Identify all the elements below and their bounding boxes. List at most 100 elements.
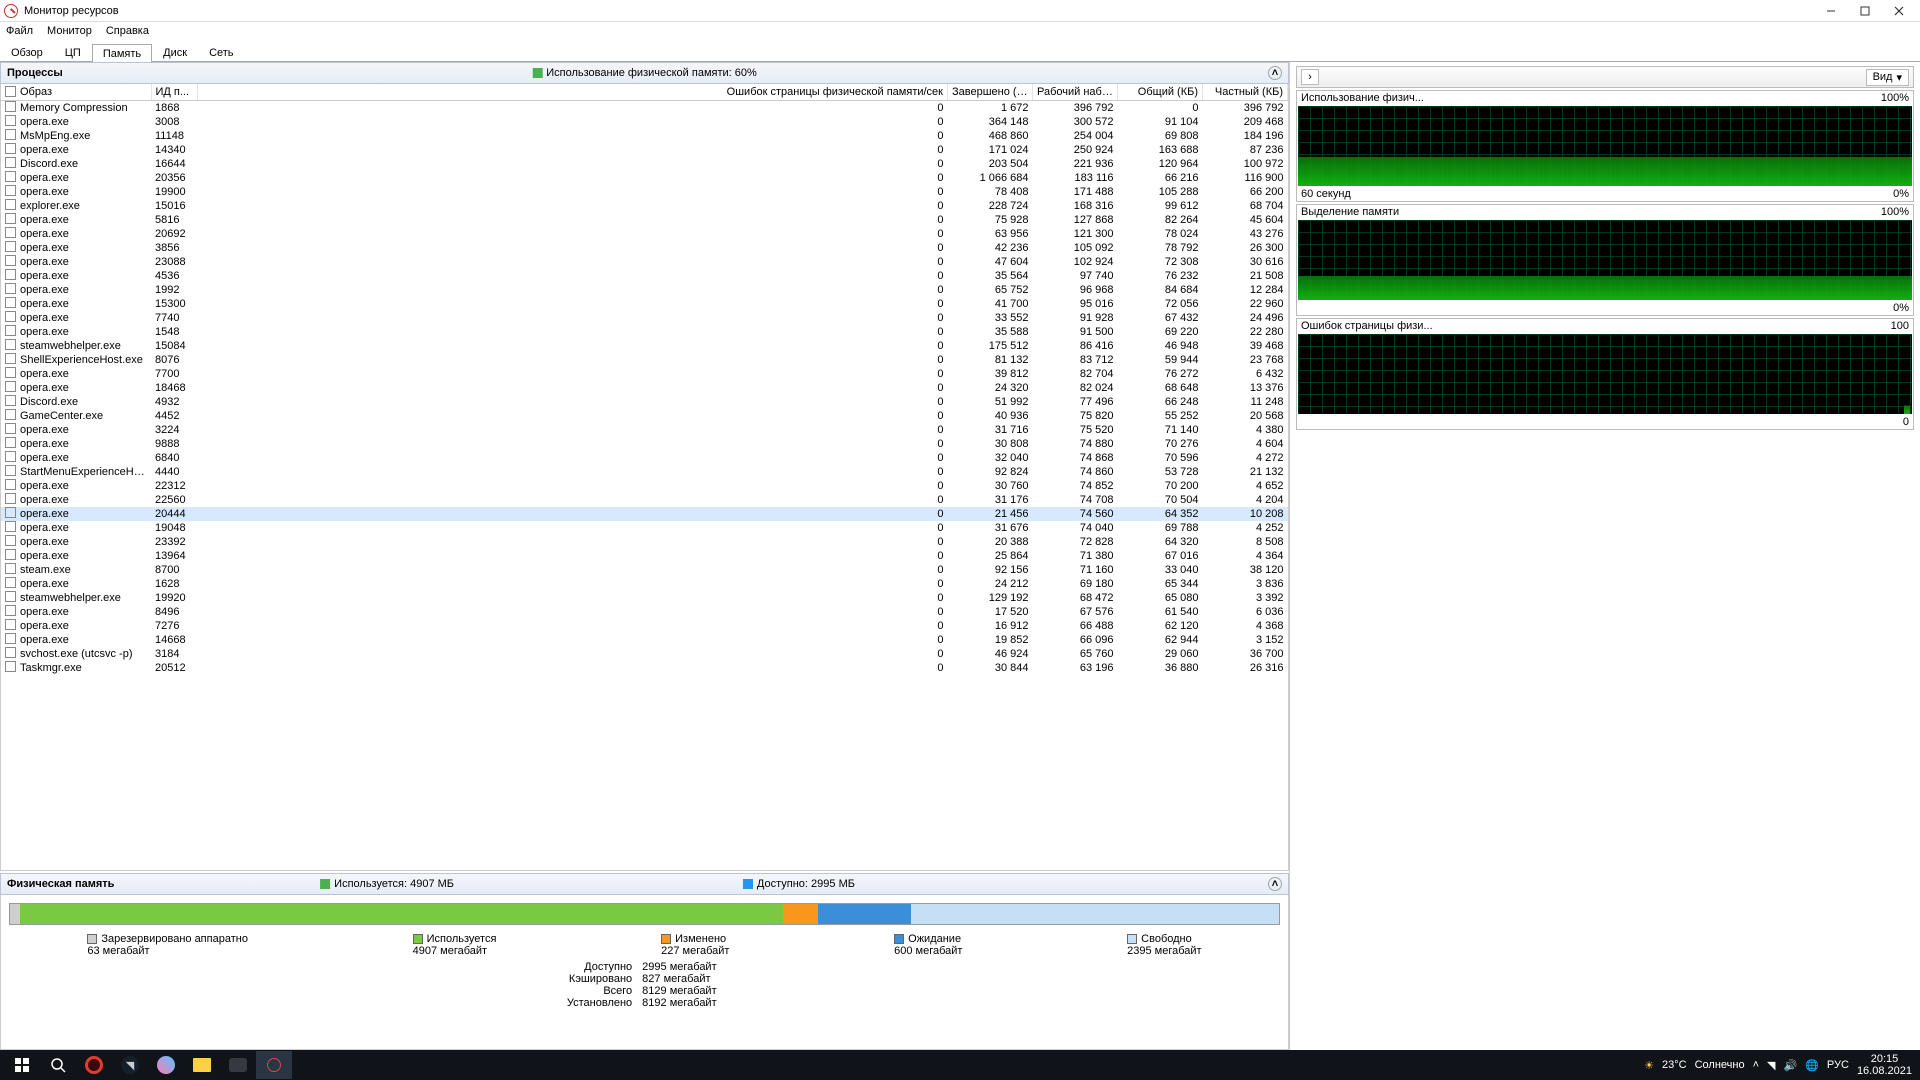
row-checkbox[interactable] [5,423,16,434]
table-row[interactable]: opera.exe19900078 408171 488105 28866 20… [1,185,1288,199]
menu-monitor[interactable]: Монитор [47,25,92,37]
row-checkbox[interactable] [5,311,16,322]
row-checkbox[interactable] [5,395,16,406]
weather-icon[interactable]: ☀ [1644,1059,1654,1072]
col-hard-faults[interactable]: Ошибок страницы физической памяти/сек [197,84,948,101]
row-checkbox[interactable] [5,647,16,658]
row-checkbox[interactable] [5,255,16,266]
tab-network[interactable]: Сеть [198,43,244,61]
minimize-button[interactable] [1814,0,1848,21]
row-checkbox[interactable] [5,465,16,476]
table-row[interactable]: opera.exe9888030 80874 88070 2764 604 [1,437,1288,451]
row-checkbox[interactable] [5,563,16,574]
menu-help[interactable]: Справка [106,25,149,37]
row-checkbox[interactable] [5,325,16,336]
table-row[interactable]: opera.exe2035601 066 684183 11666 216116… [1,171,1288,185]
collapse-graphs-button[interactable]: › [1301,69,1319,85]
table-row[interactable]: opera.exe7276016 91266 48862 1204 368 [1,619,1288,633]
row-checkbox[interactable] [5,549,16,560]
table-row[interactable]: opera.exe5816075 928127 86882 26445 604 [1,213,1288,227]
tray-clock[interactable]: 20:15 16.08.2021 [1857,1053,1912,1077]
row-checkbox[interactable] [5,535,16,546]
row-checkbox[interactable] [5,129,16,140]
tray-steam-icon[interactable]: ◥ [1767,1059,1775,1072]
table-row[interactable]: explorer.exe150160228 724168 31699 61268… [1,199,1288,213]
row-checkbox[interactable] [5,269,16,280]
table-row[interactable]: opera.exe3224031 71675 52071 1404 380 [1,423,1288,437]
row-checkbox[interactable] [5,507,16,518]
menu-file[interactable]: Файл [6,25,33,37]
table-row[interactable]: opera.exe4536035 56497 74076 23221 508 [1,269,1288,283]
table-row[interactable]: opera.exe3856042 236105 09278 79226 300 [1,241,1288,255]
table-row[interactable]: opera.exe20692063 956121 30078 02443 276 [1,227,1288,241]
weather-temp[interactable]: 23°C [1662,1059,1687,1071]
table-row[interactable]: opera.exe1992065 75296 96884 68412 284 [1,283,1288,297]
row-checkbox[interactable] [5,591,16,602]
col-commit[interactable]: Завершено (КБ) [948,84,1033,101]
header-checkbox[interactable] [5,86,16,97]
table-row[interactable]: steamwebhelper.exe199200129 19268 47265 … [1,591,1288,605]
row-checkbox[interactable] [5,157,16,168]
row-checkbox[interactable] [5,227,16,238]
table-row[interactable]: steam.exe8700092 15671 16033 04038 120 [1,563,1288,577]
tab-overview[interactable]: Обзор [0,43,54,61]
table-row[interactable]: opera.exe19048031 67674 04069 7884 252 [1,521,1288,535]
col-image[interactable]: Образ [1,84,151,101]
col-working-set[interactable]: Рабочий набо... [1033,84,1118,101]
table-row[interactable]: opera.exe15300041 70095 01672 05622 960 [1,297,1288,311]
table-row[interactable]: StartMenuExperienceHost.exe4440092 82474… [1,465,1288,479]
row-checkbox[interactable] [5,101,16,112]
row-checkbox[interactable] [5,297,16,308]
table-row[interactable]: opera.exe23392020 38872 82864 3208 508 [1,535,1288,549]
tray-chevron-up-icon[interactable]: ˄ [1753,1059,1759,1071]
row-checkbox[interactable] [5,619,16,630]
table-row[interactable]: opera.exe1628024 21269 18065 3443 836 [1,577,1288,591]
processes-section-header[interactable]: Процессы Использование физической памяти… [0,62,1289,84]
table-row[interactable]: ShellExperienceHost.exe8076081 13283 712… [1,353,1288,367]
row-checkbox[interactable] [5,521,16,532]
tray-language[interactable]: РУС [1827,1059,1849,1071]
row-checkbox[interactable] [5,661,16,672]
table-row[interactable]: opera.exe1548035 58891 50069 22022 280 [1,325,1288,339]
col-shareable[interactable]: Общий (КБ) [1118,84,1203,101]
row-checkbox[interactable] [5,353,16,364]
col-private[interactable]: Частный (КБ) [1203,84,1288,101]
row-checkbox[interactable] [5,339,16,350]
table-row[interactable]: opera.exe8496017 52067 57661 5406 036 [1,605,1288,619]
table-row[interactable]: opera.exe30080364 148300 57291 104209 46… [1,115,1288,129]
taskbar-app-gamecenter[interactable] [148,1051,184,1079]
view-dropdown[interactable]: Вид▾ [1866,69,1909,86]
table-row[interactable]: opera.exe23088047 604102 92472 30830 616 [1,255,1288,269]
maximize-button[interactable] [1848,0,1882,21]
tab-memory[interactable]: Память [92,44,152,62]
taskbar-app-discord[interactable] [220,1051,256,1079]
taskbar-app-explorer[interactable] [184,1051,220,1079]
table-row[interactable]: opera.exe13964025 86471 38067 0164 364 [1,549,1288,563]
close-button[interactable] [1882,0,1916,21]
table-row[interactable]: Memory Compression186801 672396 7920396 … [1,101,1288,115]
row-checkbox[interactable] [5,185,16,196]
table-row[interactable]: opera.exe6840032 04074 86870 5964 272 [1,451,1288,465]
col-pid[interactable]: ИД п... [151,84,197,101]
tab-disk[interactable]: Диск [152,43,198,61]
row-checkbox[interactable] [5,493,16,504]
chevron-up-icon[interactable]: ˄ [1268,66,1282,80]
row-checkbox[interactable] [5,367,16,378]
weather-text[interactable]: Солнечно [1695,1059,1745,1071]
table-row[interactable]: opera.exe20444021 45674 56064 35210 208 [1,507,1288,521]
row-checkbox[interactable] [5,143,16,154]
table-row[interactable]: opera.exe22560031 17674 70870 5044 204 [1,493,1288,507]
row-checkbox[interactable] [5,577,16,588]
row-checkbox[interactable] [5,605,16,616]
table-row[interactable]: opera.exe7740033 55291 92867 43224 496 [1,311,1288,325]
row-checkbox[interactable] [5,283,16,294]
row-checkbox[interactable] [5,171,16,182]
table-row[interactable]: opera.exe143400171 024250 924163 68887 2… [1,143,1288,157]
tray-volume-icon[interactable]: 🔊 [1784,1059,1798,1072]
table-row[interactable]: Discord.exe166440203 504221 936120 96410… [1,157,1288,171]
row-checkbox[interactable] [5,241,16,252]
row-checkbox[interactable] [5,409,16,420]
table-row[interactable]: opera.exe18468024 32082 02468 64813 376 [1,381,1288,395]
table-row[interactable]: opera.exe22312030 76074 85270 2004 652 [1,479,1288,493]
chevron-up-icon[interactable]: ˄ [1268,877,1282,891]
